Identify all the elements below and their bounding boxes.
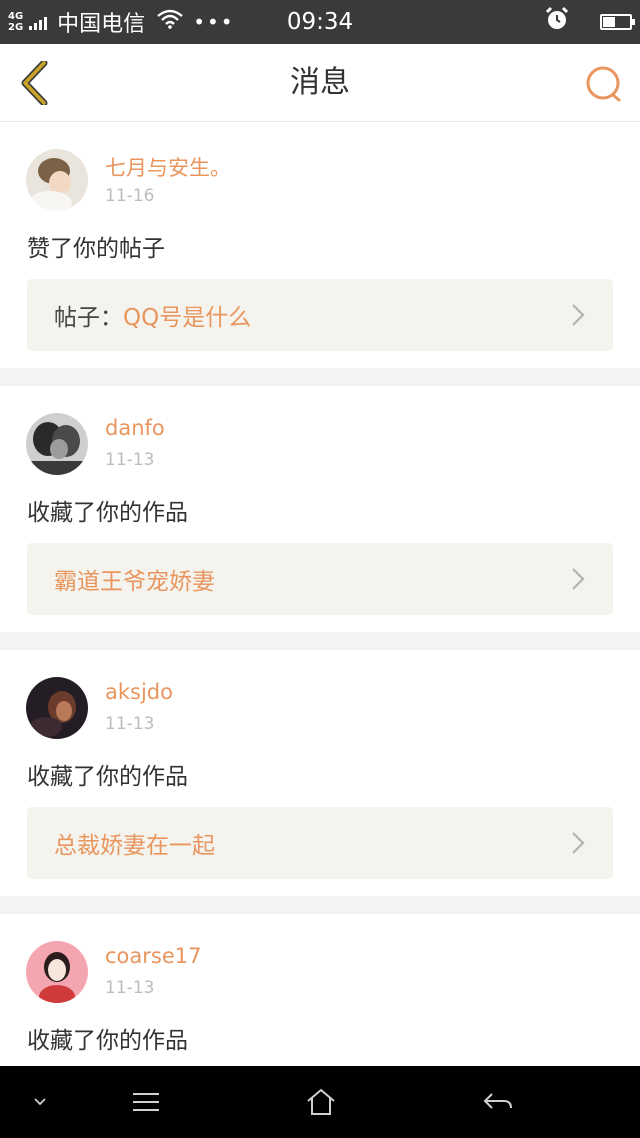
- status-bar: 4G 2G 中国电信 ••• 09:34: [0, 0, 640, 44]
- nav-bar: 消息: [0, 44, 640, 122]
- more-indicator: •••: [193, 10, 235, 34]
- chevron-left-icon: [21, 61, 48, 105]
- referenced-work[interactable]: 总裁娇妻在一起: [27, 807, 613, 879]
- message-action: 收藏了你的作品: [27, 1028, 188, 1054]
- message-action: 收藏了你的作品: [27, 764, 188, 790]
- sys-home-button[interactable]: [297, 1082, 345, 1122]
- back-button[interactable]: [14, 60, 54, 106]
- network-4g: 4G: [8, 11, 24, 22]
- ref-title: QQ号是什么: [123, 305, 252, 331]
- avatar[interactable]: [26, 149, 88, 211]
- system-nav-bar: [0, 1066, 640, 1138]
- search-icon: [586, 66, 621, 102]
- signal-icon: [29, 14, 48, 30]
- username[interactable]: danfo: [105, 416, 165, 440]
- chevron-right-icon: [572, 832, 585, 854]
- username[interactable]: coarse17: [105, 944, 201, 968]
- referenced-work[interactable]: 霸道王爷宠娇妻: [27, 543, 613, 615]
- avatar[interactable]: [26, 413, 88, 475]
- carrier-name: 中国电信: [57, 12, 146, 37]
- alarm-icon: [544, 6, 570, 38]
- username[interactable]: aksjdo: [105, 680, 173, 704]
- message-date: 11-13: [105, 714, 155, 734]
- ref-title: 霸道王爷宠娇妻: [54, 569, 215, 595]
- status-right: [544, 0, 635, 44]
- home-icon: [307, 1088, 335, 1115]
- message-action: 收藏了你的作品: [27, 500, 188, 526]
- menu-icon: [133, 1093, 159, 1111]
- network-type: 4G 2G: [8, 11, 23, 33]
- message-date: 11-13: [105, 450, 155, 470]
- ref-prefix: 帖子：: [54, 305, 123, 331]
- chevron-down-icon: [34, 1098, 46, 1106]
- sys-menu-button[interactable]: [122, 1082, 170, 1122]
- sys-collapse-button[interactable]: [16, 1082, 64, 1122]
- back-arrow-icon: [483, 1093, 512, 1109]
- referenced-post[interactable]: 帖子： QQ号是什么: [27, 279, 613, 351]
- battery-level: [603, 17, 615, 27]
- network-2g: 2G: [8, 22, 24, 33]
- message-action: 赞了你的帖子: [27, 236, 165, 262]
- avatar[interactable]: [26, 677, 88, 739]
- message-list: 七月与安生。 11-16 赞了你的帖子 帖子： QQ号是什么 danfo 11-…: [0, 122, 640, 1132]
- message-item: danfo 11-13 收藏了你的作品 霸道王爷宠娇妻: [0, 386, 640, 632]
- message-date: 11-16: [105, 186, 155, 206]
- sys-back-button[interactable]: [474, 1082, 522, 1122]
- chevron-right-icon: [572, 568, 585, 590]
- chevron-right-icon: [572, 304, 585, 326]
- battery-icon: [600, 14, 635, 30]
- message-item: 七月与安生。 11-16 赞了你的帖子 帖子： QQ号是什么: [0, 122, 640, 368]
- avatar[interactable]: [26, 941, 88, 1003]
- page-title: 消息: [290, 65, 350, 100]
- username[interactable]: 七月与安生。: [105, 152, 231, 182]
- message-date: 11-13: [105, 978, 155, 998]
- message-item: aksjdo 11-13 收藏了你的作品 总裁娇妻在一起: [0, 650, 640, 896]
- status-left: 4G 2G 中国电信 •••: [8, 0, 235, 44]
- search-button[interactable]: [584, 64, 624, 104]
- wifi-icon: [157, 9, 183, 35]
- ref-title: 总裁娇妻在一起: [54, 833, 215, 859]
